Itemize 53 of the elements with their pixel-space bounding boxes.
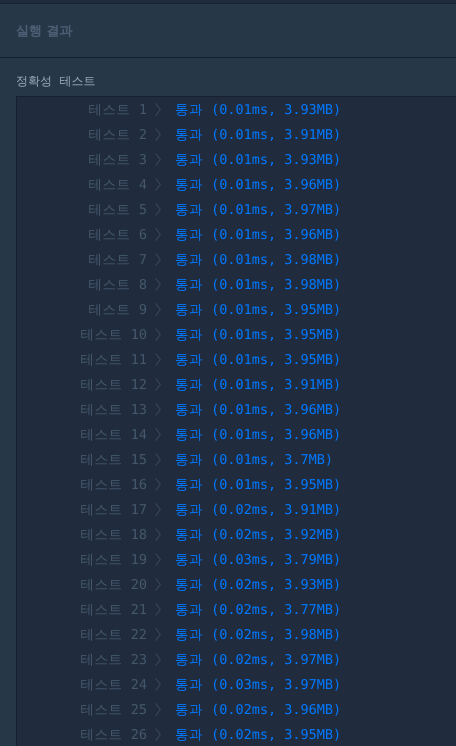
- chevron-icon: [155, 703, 161, 716]
- test-result: 통과 (0.01ms, 3.96MB): [175, 226, 342, 244]
- chevron-icon: [155, 303, 161, 316]
- chevron-icon: [155, 253, 161, 266]
- chevron-icon: [155, 328, 161, 341]
- test-result: 통과 (0.02ms, 3.77MB): [175, 600, 342, 618]
- test-result: 통과 (0.01ms, 3.91MB): [175, 126, 342, 144]
- test-result: 통과 (0.02ms, 3.93MB): [175, 576, 342, 594]
- test-result: 통과 (0.03ms, 3.97MB): [175, 676, 342, 694]
- test-result: 통과 (0.01ms, 3.98MB): [175, 276, 342, 294]
- chevron-icon: [155, 453, 161, 466]
- test-result: 통과 (0.01ms, 3.95MB): [175, 326, 342, 344]
- chevron-icon: [155, 228, 161, 241]
- test-result: 통과 (0.01ms, 3.93MB): [175, 100, 342, 118]
- chevron-icon: [155, 278, 161, 291]
- chevron-icon: [155, 128, 161, 141]
- chevron-icon: [155, 503, 161, 516]
- test-result: 통과 (0.01ms, 3.7MB): [175, 450, 334, 468]
- test-result: 통과 (0.01ms, 3.93MB): [175, 150, 342, 168]
- test-result: 통과 (0.02ms, 3.95MB): [175, 726, 342, 744]
- test-result: 통과 (0.02ms, 3.91MB): [175, 500, 342, 518]
- chevron-icon: [155, 728, 161, 741]
- section-heading: 정확성 테스트: [16, 73, 97, 90]
- chevron-icon: [155, 653, 161, 666]
- test-result: 통과 (0.02ms, 3.96MB): [175, 700, 342, 718]
- chevron-icon: [155, 628, 161, 641]
- chevron-icon: [155, 378, 161, 391]
- chevron-icon: [155, 203, 161, 216]
- test-result: 통과 (0.02ms, 3.98MB): [175, 626, 342, 644]
- test-result: 통과 (0.02ms, 3.97MB): [175, 650, 342, 668]
- test-result: 통과 (0.03ms, 3.79MB): [175, 550, 342, 568]
- chevron-icon: [155, 603, 161, 616]
- chevron-icon: [155, 103, 161, 116]
- chevron-icon: [155, 678, 161, 691]
- chevron-icon: [155, 428, 161, 441]
- chevron-icon: [155, 178, 161, 191]
- chevron-icon: [155, 403, 161, 416]
- test-result: 통과 (0.01ms, 3.95MB): [175, 476, 342, 494]
- chevron-icon: [155, 553, 161, 566]
- chevron-icon: [155, 353, 161, 366]
- chevron-icon: [155, 478, 161, 491]
- test-result: 통과 (0.01ms, 3.96MB): [175, 400, 342, 418]
- chevron-icon: [155, 528, 161, 541]
- chevron-icon: [155, 578, 161, 591]
- test-result: 통과 (0.02ms, 3.92MB): [175, 526, 342, 544]
- test-result: 통과 (0.01ms, 3.97MB): [175, 200, 342, 218]
- test-result: 통과 (0.01ms, 3.96MB): [175, 176, 342, 194]
- test-result: 통과 (0.01ms, 3.91MB): [175, 376, 342, 394]
- test-result: 통과 (0.01ms, 3.98MB): [175, 250, 342, 268]
- test-result: 통과 (0.01ms, 3.95MB): [175, 350, 342, 368]
- test-result: 통과 (0.01ms, 3.95MB): [175, 300, 342, 318]
- chevron-icon: [155, 153, 161, 166]
- test-result: 통과 (0.01ms, 3.96MB): [175, 426, 342, 444]
